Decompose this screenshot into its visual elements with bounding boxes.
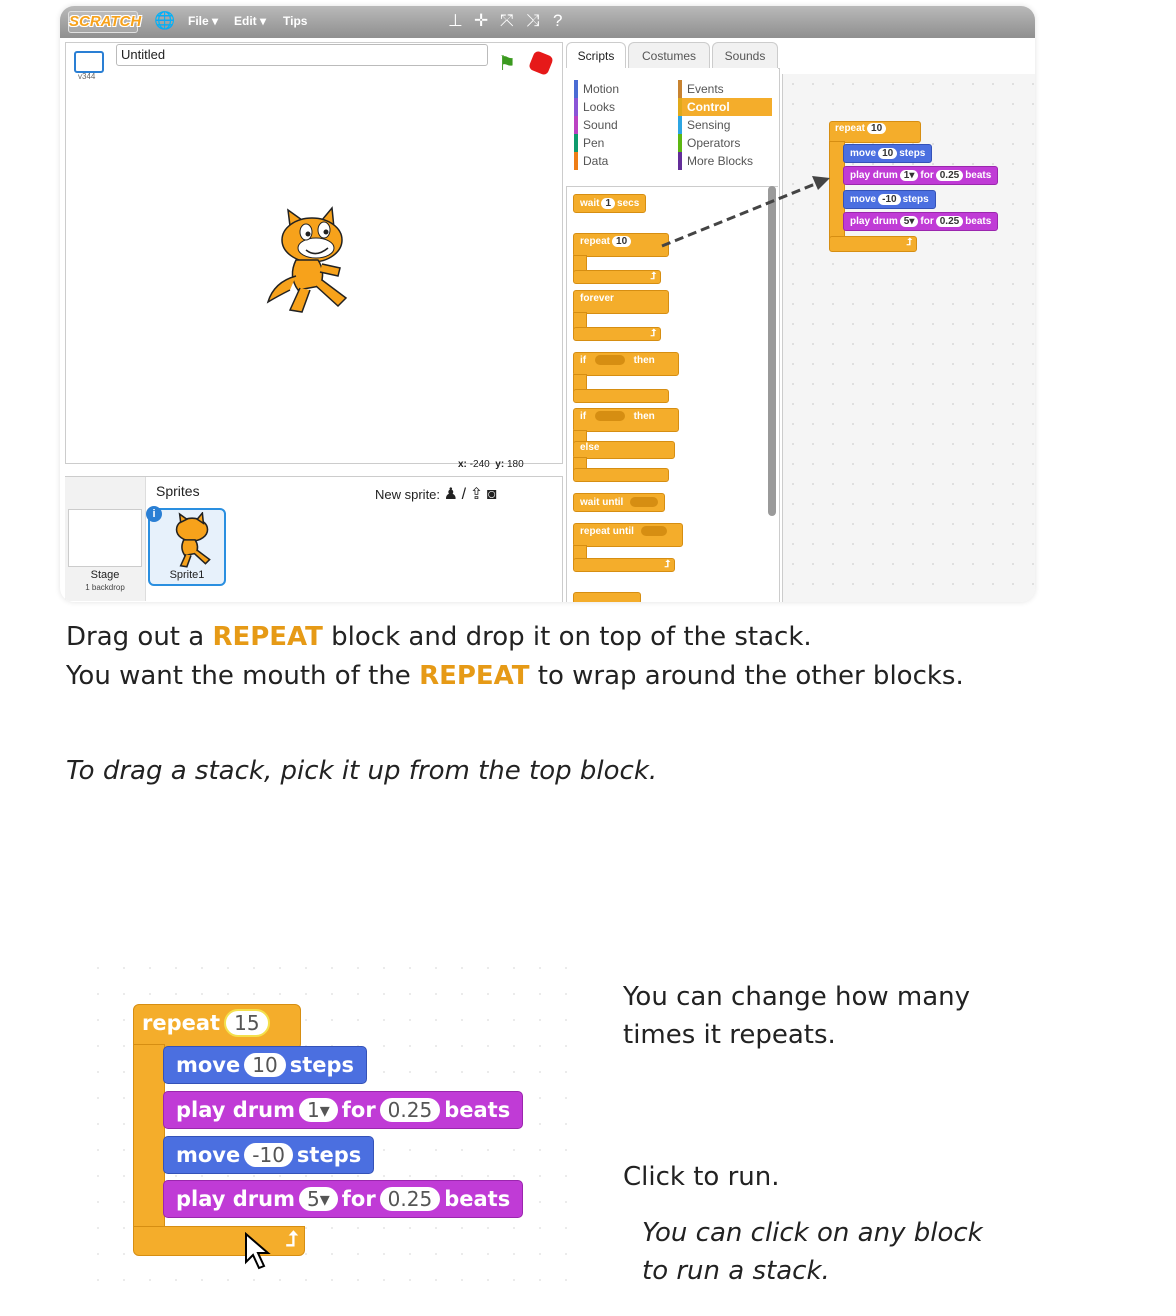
big-repeat-foot: ⮥ <box>133 1226 305 1256</box>
big-move-block[interactable]: move 10 steps <box>163 1046 368 1084</box>
if-then-block[interactable]: if then <box>573 352 679 376</box>
project-title-input[interactable]: Untitled <box>116 44 488 66</box>
delete-icon[interactable]: ✛ <box>474 11 488 31</box>
next-block-partial[interactable] <box>573 592 641 602</box>
repeat-block-foot: ⮥ <box>573 270 661 284</box>
globe-icon[interactable]: 🌐 <box>154 11 175 31</box>
scratch-logo[interactable]: SCRATCH <box>68 11 141 33</box>
condition-slot[interactable] <box>630 497 659 508</box>
category-motion[interactable]: Motion <box>574 80 670 98</box>
info-icon[interactable]: i <box>146 506 162 522</box>
new-sprite-toolbar: New sprite: ♟ / ⇪ ◙ <box>375 484 496 504</box>
if-block-foot <box>573 389 669 403</box>
cat-thumbnail <box>175 511 211 568</box>
stage-thumbnail[interactable] <box>68 509 142 567</box>
repeat-highlight: REPEAT <box>419 661 530 691</box>
big-repeat-arm <box>133 1044 165 1232</box>
cat-sprite[interactable] <box>260 206 360 326</box>
backdrop-count: 1 backdrop <box>85 583 125 592</box>
repeat-block-palette[interactable]: repeat 10 <box>573 233 669 257</box>
instruction-line-2: You want the mouth of the REPEAT to wrap… <box>66 661 964 691</box>
tab-sounds[interactable]: Sounds <box>712 42 778 69</box>
category-operators[interactable]: Operators <box>678 134 772 152</box>
sprite-library-icon[interactable]: ♟ <box>444 486 458 503</box>
help-icon[interactable]: ? <box>553 11 562 31</box>
category-looks[interactable]: Looks <box>574 98 670 116</box>
big-play-drum-block[interactable]: play drum 1▾ for 0.25 beats <box>163 1091 524 1129</box>
fullscreen-icon[interactable] <box>74 51 104 73</box>
move-block[interactable]: move -10 steps <box>843 190 936 209</box>
condition-slot[interactable] <box>640 526 667 537</box>
category-events[interactable]: Events <box>678 80 772 98</box>
sprite-name: Sprite1 <box>169 569 205 581</box>
play-drum-block[interactable]: play drum 1▾ for 0.25 beats <box>843 166 999 185</box>
tab-costumes[interactable]: Costumes <box>628 42 710 69</box>
shrink-icon[interactable]: ⤨ <box>526 11 540 31</box>
repeat-until-foot: ⮥ <box>573 558 675 572</box>
if-else-foot <box>573 468 669 482</box>
category-more-blocks[interactable]: More Blocks <box>678 152 772 170</box>
wait-block[interactable]: wait 1 secs <box>573 194 647 213</box>
click-to-run-note: Click to run. <box>623 1162 780 1192</box>
play-drum-block[interactable]: play drum 5▾ for 0.25 beats <box>843 212 999 231</box>
category-sound[interactable]: Sound <box>574 116 670 134</box>
run-stack-tip: You can click on any block to run a stac… <box>642 1214 983 1290</box>
change-note-line-2: times it repeats. <box>623 1020 836 1050</box>
scratch-window: SCRATCH 🌐 File ▾ Edit ▾ Tips ⊥ ✛ ⤧ ⤨ ? v… <box>60 6 1035 602</box>
mouse-cursor-icon <box>245 1232 271 1270</box>
grow-icon[interactable]: ⤧ <box>500 11 514 31</box>
new-sprite-label: New sprite: <box>375 487 441 502</box>
file-menu[interactable]: File ▾ <box>188 14 218 28</box>
repeat-block[interactable]: repeat 10 <box>829 121 921 143</box>
drag-tip: To drag a stack, pick it up from the top… <box>66 756 658 786</box>
mouse-coordinates: x: -240 y: 180 <box>458 459 524 470</box>
change-note-line-1: You can change how many <box>623 982 971 1012</box>
else-label: else <box>573 441 675 459</box>
forever-block-foot: ⮥ <box>573 327 661 341</box>
duplicate-icon[interactable]: ⊥ <box>448 11 463 31</box>
tab-scripts[interactable]: Scripts <box>566 42 626 69</box>
palette-scrollbar[interactable] <box>768 186 776 516</box>
category-list: Motion Looks Sound Pen Data Events Contr… <box>566 68 778 187</box>
green-flag-icon[interactable]: ⚑ <box>498 51 516 76</box>
category-sensing[interactable]: Sensing <box>678 116 772 134</box>
upload-sprite-icon[interactable]: ⇪ <box>470 486 483 503</box>
paint-sprite-icon[interactable]: / <box>462 486 466 503</box>
repeat-block-foot: ⮥ <box>829 236 917 252</box>
tips-menu[interactable]: Tips <box>283 14 307 28</box>
instruction-line-1: Drag out a REPEAT block and drop it on t… <box>66 622 812 652</box>
sprites-header: Sprites <box>156 483 200 499</box>
category-pen[interactable]: Pen <box>574 134 670 152</box>
edit-menu[interactable]: Edit ▾ <box>234 14 266 28</box>
big-play-drum-block[interactable]: play drum 5▾ for 0.25 beats <box>163 1180 524 1218</box>
condition-slot[interactable] <box>594 411 625 422</box>
big-move-block[interactable]: move -10 steps <box>163 1136 375 1174</box>
tip-line-2: to run a stack. <box>642 1256 830 1286</box>
category-control[interactable]: Control <box>678 98 772 116</box>
if-else-block[interactable]: if then <box>573 408 679 432</box>
category-data[interactable]: Data <box>574 152 670 170</box>
stage-label: Stage <box>90 569 120 581</box>
menu-bar: SCRATCH 🌐 File ▾ Edit ▾ Tips ⊥ ✛ ⤧ ⤨ ? <box>60 6 1035 38</box>
forever-block[interactable]: forever <box>573 290 669 314</box>
repeat-until-block[interactable]: repeat until <box>573 523 683 547</box>
move-block[interactable]: move 10 steps <box>843 144 933 163</box>
camera-icon[interactable]: ◙ <box>487 486 497 503</box>
version-label: v344 <box>78 72 96 81</box>
change-repeat-note: You can change how many times it repeats… <box>623 978 970 1054</box>
wait-until-block[interactable]: wait until <box>573 493 666 512</box>
condition-slot[interactable] <box>594 355 625 366</box>
repeat-highlight: REPEAT <box>212 622 323 652</box>
tip-line-1: You can click on any block <box>642 1218 983 1248</box>
